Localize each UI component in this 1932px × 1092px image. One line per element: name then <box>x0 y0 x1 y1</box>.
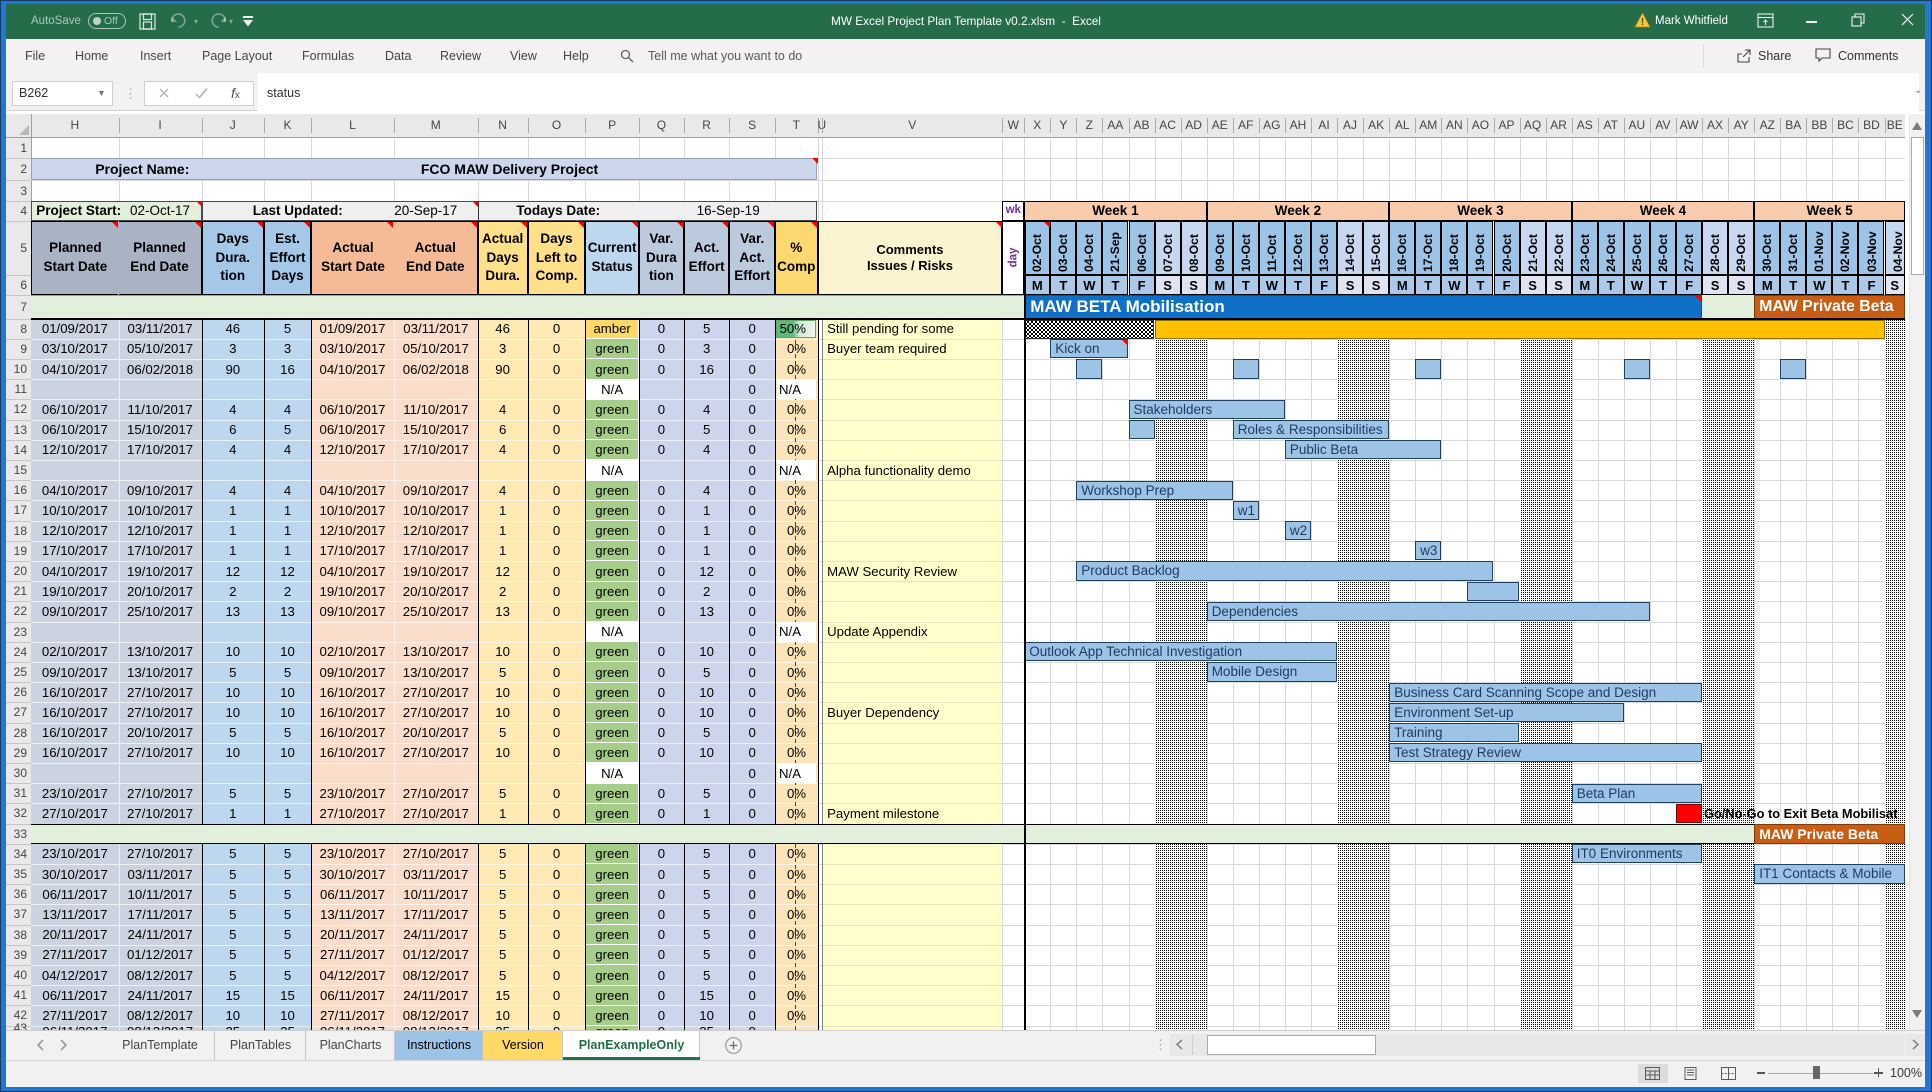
svg-text:!: ! <box>1641 17 1644 28</box>
